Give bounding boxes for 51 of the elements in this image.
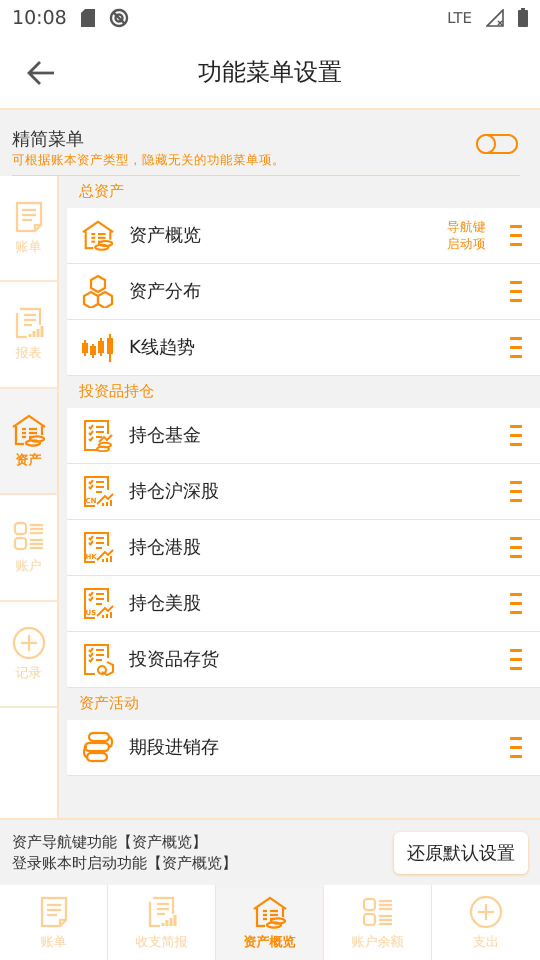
sd-card-icon xyxy=(80,8,95,27)
battery-icon xyxy=(518,8,528,28)
restore-defaults-button[interactable]: 还原默认设置 xyxy=(394,832,528,874)
menu-item-label: 持仓美股 xyxy=(129,592,202,616)
plus-circle-icon xyxy=(469,894,503,929)
drag-handle-icon[interactable] xyxy=(510,224,522,246)
menu-row[interactable]: K线趋势 xyxy=(67,320,540,376)
setting-title: 精简菜单 xyxy=(12,128,85,152)
drag-handle-icon[interactable] xyxy=(510,536,522,558)
drag-handle-icon[interactable] xyxy=(510,480,522,502)
drag-handle-icon[interactable] xyxy=(510,424,522,446)
house-coins-icon xyxy=(10,412,46,447)
menu-item-label: 持仓沪深股 xyxy=(129,480,220,504)
menu-row[interactable]: 持仓基金 xyxy=(67,408,540,464)
menu-item-label: 持仓基金 xyxy=(129,424,202,448)
screen-title: 功能菜单设置 xyxy=(198,56,342,88)
back-arrow-icon[interactable] xyxy=(26,60,56,86)
menu-item-label: 期段进销存 xyxy=(129,736,220,760)
menu-row[interactable]: 期段进销存 xyxy=(67,720,540,776)
checklist-coins-icon xyxy=(81,418,115,452)
setting-description: 可根据账本资产类型，隐藏无关的功能菜单项。 xyxy=(12,152,286,170)
blocked-circle-icon xyxy=(108,8,129,28)
drag-handle-icon[interactable] xyxy=(510,280,522,302)
menu-item-label: 投资品存货 xyxy=(129,648,220,672)
nav-start-tag: 导航键 启动项 xyxy=(447,218,486,252)
checklist-box-icon xyxy=(81,642,115,676)
toggle-switch[interactable] xyxy=(476,134,518,154)
drag-handle-icon[interactable] xyxy=(510,736,522,758)
menu-row[interactable]: 资产分布 xyxy=(67,264,540,320)
info-line: 登录账本时启动功能【资产概览】 xyxy=(12,852,238,874)
menu-row[interactable]: 资产概览 导航键 启动项 xyxy=(67,208,540,264)
signal-icon xyxy=(486,8,504,27)
menu-row[interactable]: 投资品存货 xyxy=(67,632,540,688)
linked-bars-icon xyxy=(81,730,115,764)
section-header: 资产活动 xyxy=(78,692,140,714)
menu-item-label: 资产分布 xyxy=(129,280,202,304)
house-coins-icon xyxy=(252,894,288,929)
network-type: LTE xyxy=(447,8,472,27)
drag-handle-icon[interactable] xyxy=(510,336,522,358)
drag-handle-icon[interactable] xyxy=(510,648,522,670)
info-line: 资产导航键功能【资产概览】 xyxy=(12,832,208,853)
menu-item-label: 持仓港股 xyxy=(129,536,202,560)
menu-item-label: 资产概览 xyxy=(129,224,202,248)
drag-handle-icon[interactable] xyxy=(510,592,522,614)
section-header: 投资品持仓 xyxy=(78,380,155,402)
plus-circle-icon xyxy=(12,626,46,660)
menu-item-label: K线趋势 xyxy=(129,336,196,360)
section-header: 总资产 xyxy=(78,180,125,202)
cubes-icon xyxy=(81,274,115,308)
house-coins-icon xyxy=(81,218,115,252)
status-time: 10:08 xyxy=(12,6,67,29)
